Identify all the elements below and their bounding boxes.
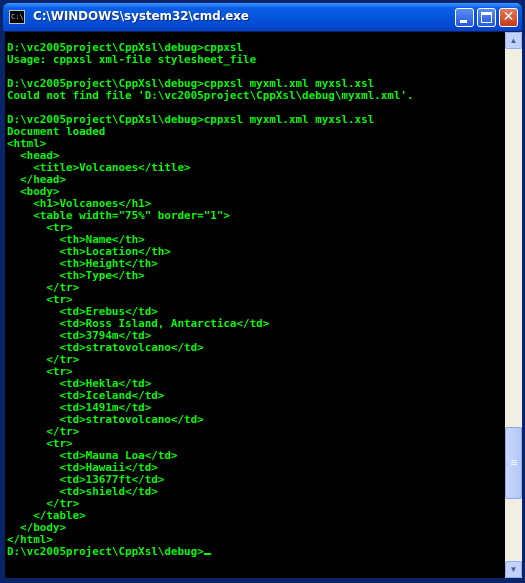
scroll-down-button[interactable]: ▼ — [505, 561, 522, 578]
close-button[interactable]: ✕ — [499, 8, 518, 27]
grip-line — [511, 462, 517, 463]
minimize-button[interactable] — [455, 8, 474, 27]
vertical-scrollbar[interactable]: ▲ ▼ — [505, 32, 522, 578]
text-cursor — [203, 553, 211, 555]
title-bar[interactable]: C:\ C:\WINDOWS\system32\cmd.exe ✕ — [3, 3, 522, 31]
console-line: Usage: cppxsl xml-file stylesheet_file — [7, 53, 257, 66]
maximize-button[interactable] — [477, 8, 496, 27]
maximize-icon — [481, 12, 492, 23]
window-title: C:\WINDOWS\system32\cmd.exe — [33, 9, 249, 23]
grip-line — [511, 460, 517, 461]
console-icon[interactable]: C:\ — [9, 10, 25, 24]
cmd-window: C:\ C:\WINDOWS\system32\cmd.exe ✕ D:\vc2… — [0, 0, 525, 583]
minimize-icon — [460, 20, 467, 23]
grip-line — [511, 464, 517, 465]
scroll-up-button[interactable]: ▲ — [505, 32, 522, 49]
console-line: Could not find file 'D:\vc2005project\Cp… — [7, 89, 414, 102]
scroll-down-icon: ▼ — [509, 565, 518, 574]
scroll-up-icon: ▲ — [509, 36, 518, 45]
console-line: D:\vc2005project\CppXsl\debug> — [7, 545, 204, 558]
console-text: D:\vc2005project\CppXsl\debug>cppxsl Usa… — [5, 32, 505, 558]
scrollbar-thumb[interactable] — [505, 427, 522, 499]
console-output[interactable]: D:\vc2005project\CppXsl\debug>cppxsl Usa… — [5, 32, 505, 578]
close-icon: ✕ — [502, 9, 515, 25]
